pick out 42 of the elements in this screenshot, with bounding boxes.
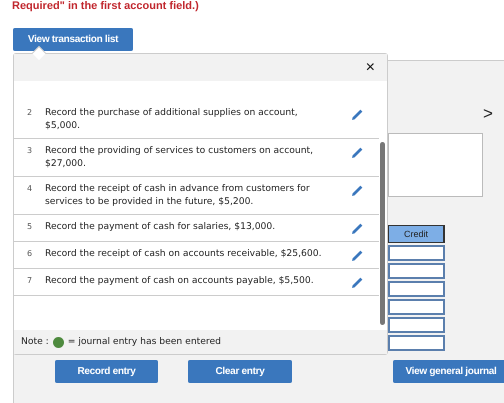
item-number: 7 [27, 275, 34, 287]
clear-entry-button[interactable]: Clear entry [188, 360, 292, 383]
pencil-icon[interactable] [351, 276, 364, 289]
credit-field[interactable] [388, 317, 445, 333]
instruction-text: Required" in the first account field.) [11, 0, 200, 12]
pencil-icon[interactable] [351, 249, 364, 262]
item-number: 4 [27, 183, 34, 195]
pencil-icon[interactable] [351, 184, 364, 197]
transaction-item[interactable]: 5 Record the payment of cash for salaries, $13,000. [14, 215, 379, 242]
transaction-text: Record the receipt of cash on accounts receivable, $25,600. [45, 248, 323, 260]
credit-field[interactable] [388, 299, 445, 315]
note-label: Note : [21, 335, 49, 349]
item-number: 2 [27, 107, 34, 119]
item-number: 6 [27, 248, 34, 260]
transaction-item[interactable]: 6 Record the receipt of cash on accounts receivable, $25,600. [14, 242, 379, 269]
pencil-icon[interactable] [351, 222, 364, 235]
transaction-text: Record the payment of cash for salaries, $13,000. [45, 221, 276, 234]
view-journal-button[interactable]: View general journal [393, 360, 504, 383]
credit-field[interactable] [388, 263, 445, 279]
pencil-icon[interactable] [351, 108, 364, 121]
next-arrow[interactable]: > [483, 105, 493, 122]
transaction-text: Record the providing of services to customers on account, $27,000. [45, 145, 314, 170]
column-header: Credit [388, 225, 445, 243]
record-entry-button[interactable]: Record entry [55, 360, 158, 383]
view-transaction-list-button[interactable]: View transaction list [13, 28, 133, 51]
close-button[interactable]: × [366, 60, 375, 74]
transaction-text: Record the receipt of cash in advance from customers for services to be provided in the future, $5,200. [45, 183, 311, 208]
transaction-item[interactable]: 2 Record the purchase of additional supplies on account, $5,000. [14, 107, 379, 139]
transaction-text: Record the payment of cash on accounts payable, $5,500. [45, 275, 315, 288]
credit-field[interactable] [388, 335, 445, 351]
transaction-text: Record the purchase of additional supplies on account, $5,000. [45, 107, 299, 132]
status-dot [52, 336, 64, 348]
credit-field[interactable] [388, 245, 445, 261]
pencil-icon[interactable] [351, 146, 364, 159]
credit-field[interactable] [388, 281, 445, 297]
scrollbar[interactable] [380, 142, 385, 325]
transaction-item[interactable]: 3 Record the providing of services to customers on account, $27,000. [14, 139, 379, 177]
item-number: 5 [27, 221, 34, 233]
transaction-item[interactable]: 4 Record the receipt of cash in advance from customers for services to be provided in the future, $5,200. [14, 177, 379, 215]
note-text: = journal entry has been entered [68, 335, 221, 349]
item-number: 3 [27, 145, 34, 157]
transaction-item[interactable]: 7 Record the payment of cash on accounts payable, $5,500. [14, 269, 379, 296]
